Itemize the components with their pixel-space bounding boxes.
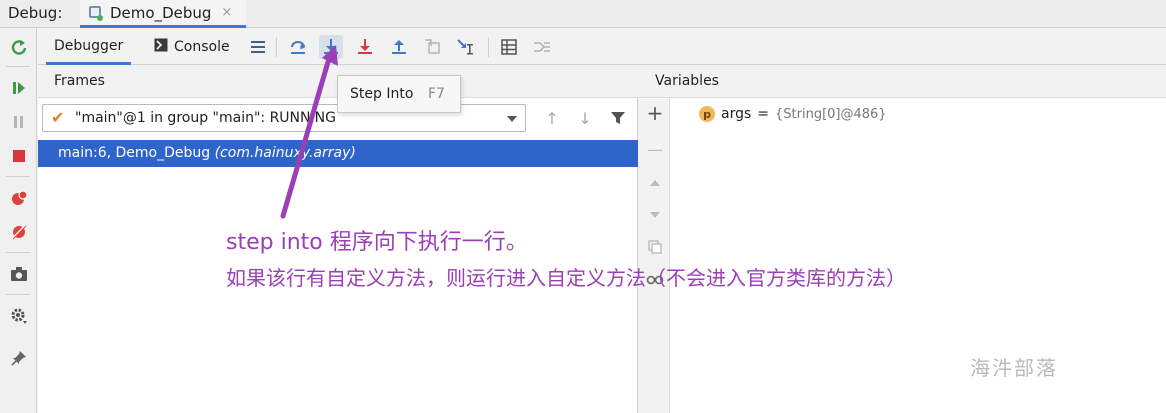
- view-breakpoints-icon[interactable]: [9, 188, 29, 208]
- tab-console-label: Console: [174, 39, 230, 55]
- tab-debugger-label: Debugger: [54, 37, 124, 54]
- variable-name: args: [721, 106, 752, 122]
- debug-titlebar: Debug: Demo_Debug ×: [0, 0, 1166, 28]
- previous-frame-icon[interactable]: ↑: [542, 108, 562, 128]
- watermark: 海汼部落: [970, 356, 1058, 380]
- drop-frame-icon[interactable]: [420, 35, 444, 59]
- variable-equals: =: [757, 106, 770, 122]
- force-step-into-icon[interactable]: [353, 35, 377, 59]
- evaluate-expression-icon[interactable]: [497, 35, 521, 59]
- debugger-toolbar: Debugger Console: [38, 29, 1166, 65]
- camera-icon[interactable]: [9, 264, 29, 284]
- step-into-icon[interactable]: [319, 35, 343, 59]
- tooltip-shortcut: F7: [428, 86, 445, 102]
- step-out-icon[interactable]: [387, 35, 411, 59]
- resume-icon[interactable]: [9, 78, 29, 98]
- frame-row-selected[interactable]: main:6, Demo_Debug (com.hainuxy.array): [38, 140, 638, 167]
- run-config-tab-label: Demo_Debug: [110, 3, 212, 22]
- tooltip-label: Step Into: [350, 86, 414, 102]
- annotation-line-2: 如果该行有自定义方法，则运行进入自定义方法（不会进入官方类库的方法）: [226, 266, 906, 290]
- variables-header-label: Variables: [655, 73, 719, 89]
- mute-breakpoints-icon[interactable]: [9, 222, 29, 242]
- left-debug-toolbar: [0, 28, 37, 413]
- annotation-text: step into 程序向下执行一行。 如果该行有自定义方法，则运行进入自定义方…: [226, 224, 906, 291]
- rerun-icon[interactable]: [9, 38, 29, 58]
- thread-selector-value: "main"@1 in group "main": RUNNING: [75, 110, 336, 126]
- move-up-icon[interactable]: [645, 173, 665, 193]
- filter-icon[interactable]: [608, 108, 628, 128]
- debug-label: Debug:: [8, 4, 63, 22]
- frames-header-label: Frames: [54, 73, 105, 89]
- frame-method: main:6, Demo_Debug: [58, 145, 211, 161]
- trace-current-stream-icon[interactable]: [530, 35, 554, 59]
- move-down-icon[interactable]: [645, 205, 665, 225]
- pin-icon[interactable]: [9, 348, 29, 368]
- tab-debugger[interactable]: Debugger: [46, 29, 132, 65]
- frame-package: (com.hainuxy.array): [214, 145, 356, 161]
- annotation-line-1: step into 程序向下执行一行。: [226, 230, 528, 255]
- pause-icon[interactable]: [9, 112, 29, 132]
- step-over-icon[interactable]: [286, 35, 310, 59]
- stop-icon[interactable]: [9, 146, 29, 166]
- variable-row[interactable]: p args = {String[0]@486}: [699, 106, 887, 122]
- menu-icon[interactable]: [246, 35, 270, 59]
- add-watch-icon[interactable]: +: [645, 101, 665, 125]
- check-icon: ✔: [51, 108, 65, 127]
- run-to-cursor-icon[interactable]: [454, 35, 478, 59]
- next-frame-icon[interactable]: ↓: [575, 108, 595, 128]
- settings-gear-icon[interactable]: [9, 306, 29, 326]
- chevron-down-icon[interactable]: [507, 116, 517, 122]
- run-config-icon: [88, 5, 104, 21]
- step-into-tooltip: Step Into F7: [337, 75, 461, 113]
- variable-value: {String[0]@486}: [775, 106, 887, 122]
- run-config-tab[interactable]: Demo_Debug ×: [80, 0, 247, 28]
- variables-header: Variables: [639, 66, 1166, 98]
- console-icon: [154, 38, 168, 56]
- remove-watch-icon[interactable]: —: [645, 139, 665, 159]
- close-tab-icon[interactable]: ×: [221, 5, 232, 20]
- tab-console[interactable]: Console: [146, 29, 238, 65]
- parameter-badge-icon: p: [699, 106, 715, 122]
